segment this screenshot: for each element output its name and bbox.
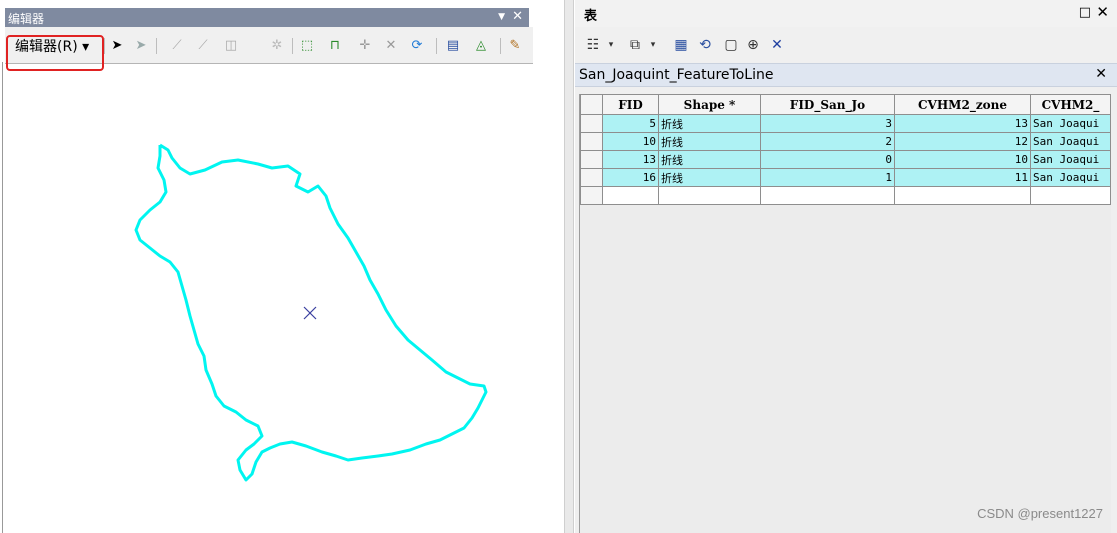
tab-close-icon[interactable]: ✕ [1095, 66, 1107, 82]
fid-san-jo-cell[interactable]: 2 [760, 132, 895, 151]
table-close-icon[interactable]: ✕ [1096, 3, 1109, 21]
shape-cell[interactable]: 折线 [658, 168, 761, 187]
fid-cell[interactable]: 13 [602, 150, 659, 169]
table-tab-label: San_Joaquint_FeatureToLine [579, 67, 774, 83]
cvhm2-name-cell[interactable]: San Joaqui [1030, 150, 1111, 169]
row-selector[interactable] [580, 186, 603, 205]
fid-cell[interactable]: 5 [602, 114, 659, 133]
table-window: 表 □ ✕ ☷ ▾ ⧉ ▾ ▦ ⟲ ▢ ⊕ ✕ San_Joaquint_Fea… [575, 0, 1117, 533]
empty-cell[interactable] [894, 186, 1031, 205]
table-options-dropdown-icon[interactable]: ▾ [601, 35, 621, 55]
shape-cell[interactable]: 折线 [658, 114, 761, 133]
new-record-row[interactable] [580, 186, 1111, 205]
row-selector[interactable] [580, 114, 603, 133]
fid-san-jo-cell[interactable]: 1 [760, 168, 895, 187]
table-row[interactable]: 5 折线 3 13 San Joaqui [580, 114, 1111, 133]
map-canvas[interactable] [0, 0, 538, 533]
fid-cell[interactable]: 10 [602, 132, 659, 151]
editor-window: 编辑器 ▼ ✕ 编辑器(R) ▾ ➤ ➤ ⟋ ⟋ ◫ ✲ ⬚ ⊓ ✛ ✕ ⟳ ▤… [0, 0, 538, 533]
column-header[interactable]: CVHM2_ [1030, 94, 1111, 115]
fid-san-jo-cell[interactable]: 0 [760, 150, 895, 169]
shape-cell[interactable]: 折线 [658, 150, 761, 169]
column-header[interactable]: CVHM2_zone [894, 94, 1031, 115]
select-by-attributes-icon[interactable]: ▦ [671, 35, 691, 55]
column-header[interactable]: Shape * [658, 94, 761, 115]
related-tables-icon[interactable]: ⧉ [625, 35, 645, 55]
table-row[interactable]: 10 折线 2 12 San Joaqui [580, 132, 1111, 151]
table-title: 表 [584, 9, 598, 24]
clear-selection-icon[interactable]: ▢ [721, 35, 741, 55]
delete-selected-icon[interactable]: ✕ [767, 35, 787, 55]
empty-cell[interactable] [658, 186, 761, 205]
empty-cell[interactable] [760, 186, 895, 205]
shape-cell[interactable]: 折线 [658, 132, 761, 151]
attribute-table: FID Shape * FID_San_Jo CVHM2_zone CVHM2_… [580, 94, 1111, 205]
table-tab[interactable]: San_Joaquint_FeatureToLine ✕ [575, 63, 1117, 87]
cvhm2-name-cell[interactable]: San Joaqui [1030, 168, 1111, 187]
table-options-icon[interactable]: ☷ [583, 35, 603, 55]
zoom-to-selected-icon[interactable]: ⊕ [743, 35, 763, 55]
column-header[interactable]: FID [602, 94, 659, 115]
fid-san-jo-cell[interactable]: 3 [760, 114, 895, 133]
row-selector[interactable] [580, 150, 603, 169]
cvhm2-zone-cell[interactable]: 11 [894, 168, 1031, 187]
watermark: CSDN @present1227 [977, 506, 1103, 521]
table-titlebar: 表 □ ✕ [575, 0, 1117, 27]
cvhm2-zone-cell[interactable]: 13 [894, 114, 1031, 133]
table-row[interactable]: 13 折线 0 10 San Joaqui [580, 150, 1111, 169]
row-selector[interactable] [580, 132, 603, 151]
attribute-grid: FID Shape * FID_San_Jo CVHM2_zone CVHM2_… [579, 94, 1111, 533]
column-header[interactable]: FID_San_Jo [760, 94, 895, 115]
related-tables-dropdown-icon[interactable]: ▾ [643, 35, 663, 55]
restore-icon[interactable]: □ [1079, 5, 1091, 20]
select-all-cell[interactable] [580, 94, 603, 115]
empty-cell[interactable] [1030, 186, 1111, 205]
cvhm2-name-cell[interactable]: San Joaqui [1030, 114, 1111, 133]
table-row[interactable]: 16 折线 1 11 San Joaqui [580, 168, 1111, 187]
cvhm2-zone-cell[interactable]: 10 [894, 150, 1031, 169]
window-divider[interactable] [564, 0, 574, 533]
switch-selection-icon[interactable]: ⟲ [695, 35, 715, 55]
table-header-row: FID Shape * FID_San_Jo CVHM2_zone CVHM2_ [580, 94, 1111, 115]
cvhm2-name-cell[interactable]: San Joaqui [1030, 132, 1111, 151]
row-selector[interactable] [580, 168, 603, 187]
fid-cell[interactable]: 16 [602, 168, 659, 187]
cvhm2-zone-cell[interactable]: 12 [894, 132, 1031, 151]
empty-cell[interactable] [602, 186, 659, 205]
